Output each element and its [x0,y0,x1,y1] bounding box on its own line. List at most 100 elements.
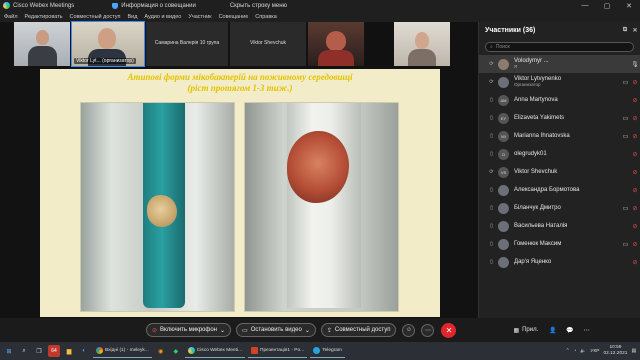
video-thumbnail[interactable] [394,22,450,66]
search-button[interactable]: ⌕ [18,345,30,357]
chrome-icon [96,347,103,354]
language-indicator[interactable]: УКР [590,349,599,354]
device-icon: ▯ [490,205,493,211]
device-icon: ⟳ [489,79,494,85]
video-thumbnail[interactable] [366,22,392,66]
video-thumbnail[interactable]: Самарина Валерія 10 група [146,22,228,66]
network-icon[interactable]: ◔ [574,349,577,354]
participant-row[interactable]: ▯ EY Elizaveta Yakimets ▭ ⊘ [479,109,640,127]
stop-video-label: Остановить видео [250,327,302,333]
thumbnail-name: Viktor Shevchuk [249,40,287,46]
notifications-icon[interactable]: ▤ [631,349,636,354]
start-button[interactable]: ⊞ [3,345,15,357]
mic-status-icon[interactable]: ⊘ [630,151,640,158]
device-icon: ▯ [490,115,493,121]
menu-view[interactable]: Вид [127,14,137,20]
file-explorer-icon[interactable]: ▆ [63,345,75,357]
shield-icon [112,2,119,9]
unmute-button[interactable]: ⊘ Включить микрофон ⌄ [146,323,232,337]
video-thumbnail[interactable] [14,22,70,66]
meeting-info-button[interactable]: Информация о совещании [112,2,196,9]
menu-edit[interactable]: Редактировать [25,14,63,20]
mic-status-icon[interactable]: ⊘ [630,241,640,248]
taskbar-telegram[interactable]: Telegram [310,344,345,358]
mic-status-icon[interactable]: ⊘ [630,205,640,212]
mic-status-icon[interactable]: ⊘ [630,259,640,266]
participant-row[interactable]: ⟳ Volodymyr ... Я 🎙 [479,55,640,73]
video-thumbnail[interactable]: Viktor Shevchuk [230,22,306,66]
menu-help[interactable]: Справка [255,14,277,20]
menu-bar: Файл Редактировать Совместный доступ Вид… [0,11,640,22]
close-panel-icon[interactable]: ✕ [630,27,640,34]
people-icon: 👤 [549,327,557,334]
camera-icon: ▭ [242,327,248,334]
apps-button[interactable]: ▦ Прил. [513,327,538,334]
device-icon: ▯ [490,223,493,229]
clock[interactable]: 10:59 02.12.2021 [603,345,627,357]
video-thumbnail[interactable] [308,22,364,66]
share-button[interactable]: ⇪ Совместный доступ [320,323,397,337]
participant-row[interactable]: ▯ MI Marianna Ihnatovska ▭ ⊘ [479,127,640,145]
maximize-button[interactable]: ▢ [596,2,618,10]
mic-status-icon[interactable]: ⊘ [630,133,640,140]
edge-icon[interactable]: ◐ [78,345,90,357]
stop-video-button[interactable]: ▭ Остановить видео ⌄ [236,323,316,337]
device-icon: ▯ [490,151,493,157]
volume-icon[interactable]: 🔈 [580,349,586,354]
device-icon: ▯ [490,187,493,193]
menu-share[interactable]: Совместный доступ [70,14,121,20]
mic-status-icon[interactable]: ⊘ [630,223,640,230]
avatar [498,238,509,250]
mic-status-icon[interactable]: ⊘ [630,169,640,176]
task-view-button[interactable]: ❐ [33,345,45,357]
apps-icon: ▦ [513,327,520,334]
app-icon[interactable]: ◆ [170,345,182,357]
participant-row[interactable]: ▯ Васильева Наталія ⊘ [479,217,640,235]
participant-role: Организатор [514,82,541,87]
avatar [498,202,509,214]
taskbar-browser[interactable]: Вхідні (1) - meleyk... [93,344,152,358]
more-icon: ⋯ [424,327,431,334]
menu-participant[interactable]: Участник [188,14,211,20]
app-icon[interactable]: ◉ [155,345,167,357]
participant-row[interactable]: ⟳ Viktor Lytvynenko Организатор ▭ ⊘ [479,73,640,91]
menu-audio-video[interactable]: Аудио и видео [144,14,181,20]
participant-row[interactable]: ▯ Александра Бормотова ⊘ [479,181,640,199]
end-call-button[interactable]: ✕ [441,322,457,338]
participant-search[interactable]: ⌕ Поиск [485,42,634,52]
avatar [498,184,509,196]
participant-row[interactable]: ▯ Дар'я Яценко ⊘ [479,253,640,271]
participants-toggle-button[interactable]: 👤 [546,324,559,337]
menu-file[interactable]: Файл [4,14,18,20]
tray-chevron-icon[interactable]: ⌃ [565,349,569,354]
chat-button[interactable]: 💬 [563,324,576,337]
mic-status-icon[interactable]: ⊘ [630,187,640,194]
popout-icon[interactable]: ⧉ [620,27,630,34]
participant-row[interactable]: ▯ Гоменюк Максим ▭ ⊘ [479,235,640,253]
participant-name: Viktor Shevchuk [514,169,558,175]
participant-row[interactable]: ▯ AM Anna Martynova ⊘ [479,91,640,109]
share-icon: ⇪ [326,327,332,334]
mic-status-icon[interactable]: ⊘ [630,115,640,122]
more-options-button[interactable]: ⋯ [421,323,435,337]
reactions-button[interactable]: ☺ [402,323,416,337]
participant-name-block: Viktor Shevchuk [514,169,621,175]
participant-row[interactable]: ▯ Oolegrudyk01 ⊘ [479,145,640,163]
minimize-button[interactable]: — [574,2,596,10]
close-button[interactable]: ✕ [618,2,640,10]
camera-icon: ▭ [622,79,629,86]
video-thumbnail-host[interactable]: Viktor Lyt... (организатор) [71,21,145,67]
participant-row[interactable]: ▯ Біланчук Дмитро ▭ ⊘ [479,199,640,217]
taskbar-webex[interactable]: Cisco Webex Meeti... [184,344,246,358]
participant-row[interactable]: ⟳ VS Viktor Shevchuk ⊘ [479,163,640,181]
more-panels-button[interactable]: ⋯ [580,324,593,337]
menu-meeting[interactable]: Совещание [219,14,249,20]
app-title: Cisco Webex Meetings [13,2,75,9]
mic-status-icon[interactable]: ⊘ [630,79,640,86]
taskbar-powerpoint[interactable]: Презентація1 - Po... [248,344,308,358]
app-64-icon[interactable]: 64 [48,345,60,357]
hide-menu-bar-button[interactable]: Скрыть строку меню [230,3,287,9]
mic-status-icon[interactable]: 🎙 [630,61,640,68]
avatar: VS [498,166,509,178]
mic-status-icon[interactable]: ⊘ [630,97,640,104]
